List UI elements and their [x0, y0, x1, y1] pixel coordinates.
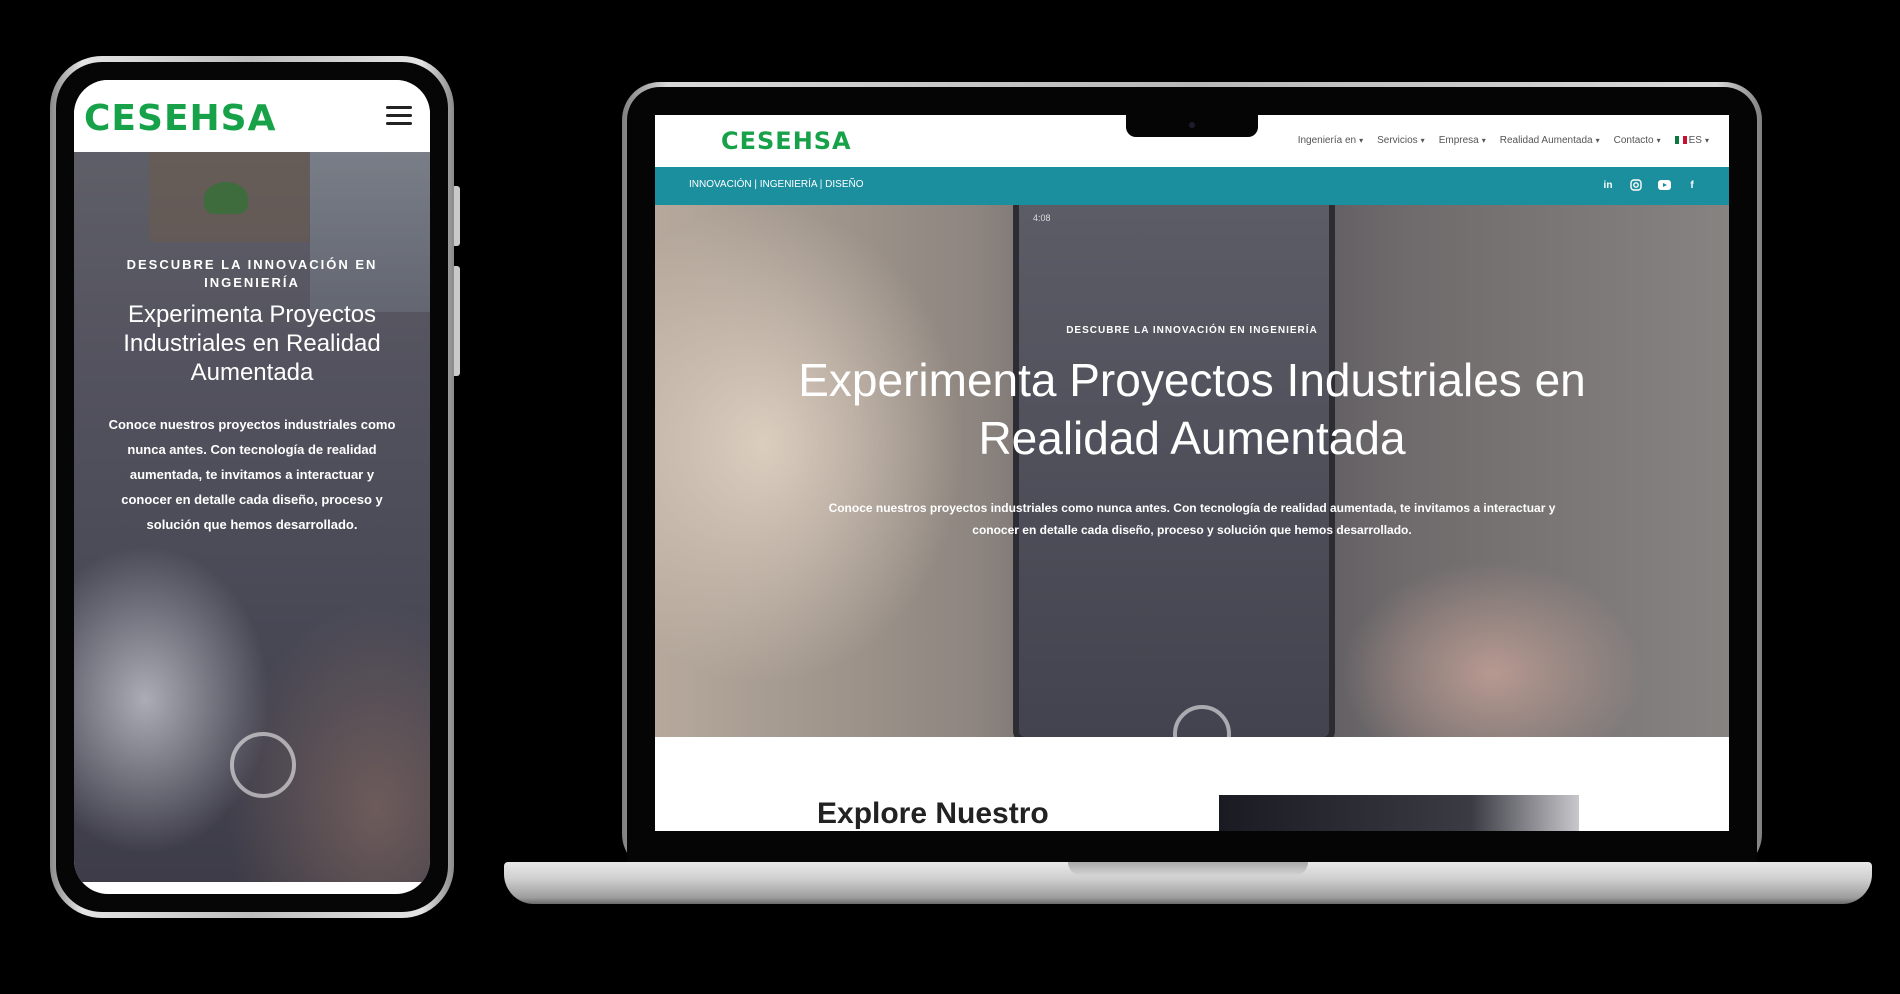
nav-label: Servicios	[1377, 135, 1418, 146]
desktop-logo[interactable]: CESEHSA	[721, 127, 852, 155]
mobile-header: CESEHSA	[74, 80, 430, 152]
hero-background-plant	[204, 182, 248, 214]
language-selector[interactable]: ES ▾	[1674, 135, 1709, 146]
nav-label: Empresa	[1438, 135, 1479, 146]
hero-phone-status-time: 4:08	[1033, 213, 1051, 223]
youtube-icon[interactable]	[1657, 178, 1671, 192]
mexico-flag-icon	[1674, 136, 1687, 145]
chevron-down-icon: ▾	[1420, 136, 1425, 145]
phone-screen: CESEHSA DESCUBRE LA INNOVACIÓN EN INGENI…	[74, 80, 430, 894]
nav-item-realidad-aumentada[interactable]: Realidad Aumentada ▾	[1500, 135, 1600, 146]
mobile-logo[interactable]: CESEHSA	[84, 98, 276, 139]
nav-item-contacto[interactable]: Contacto ▾	[1614, 135, 1661, 146]
nav-label: Realidad Aumentada	[1499, 135, 1593, 146]
mobile-hero: DESCUBRE LA INNOVACIÓN EN INGENIERÍA Exp…	[74, 152, 430, 882]
desktop-nav: Ingeniería en ▾ Servicios ▾ Empresa ▾ Reali…	[1298, 135, 1709, 146]
desktop-hero-eyebrow: DESCUBRE LA INNOVACIÓN EN INGENIERÍA	[1066, 325, 1318, 336]
linkedin-icon[interactable]: in	[1601, 178, 1615, 192]
next-section-image	[1219, 795, 1579, 831]
instagram-icon[interactable]	[1629, 178, 1643, 192]
nav-label: Ingeniería en	[1297, 135, 1357, 146]
laptop-bezel: CESEHSA Ingeniería en ▾ Servicios ▾ Empres…	[627, 87, 1757, 872]
laptop-notch	[1126, 115, 1258, 137]
nav-item-ingenieria[interactable]: Ingeniería en ▾	[1298, 135, 1363, 146]
desktop-hero: 4:08 DESCUBRE LA INNOVACIÓN EN INGENIERÍ…	[655, 205, 1729, 737]
nav-label: Contacto	[1613, 135, 1654, 146]
phone-side-button	[454, 186, 460, 246]
phone-mockup: CESEHSA DESCUBRE LA INNOVACIÓN EN INGENI…	[50, 56, 460, 918]
laptop-lid: CESEHSA Ingeniería en ▾ Servicios ▾ Empres…	[622, 82, 1762, 872]
desktop-hero-title: Experimenta Proyectos Industriales en Re…	[798, 354, 1586, 464]
mobile-hero-title: Experimenta Proyectos Industriales en Re…	[123, 301, 381, 386]
ar-capture-ring-icon	[230, 732, 296, 798]
language-label: ES	[1688, 135, 1702, 146]
mobile-hero-text: Conoce nuestros proyectos industriales c…	[108, 417, 396, 532]
laptop-opening-notch	[1068, 862, 1308, 876]
chevron-down-icon: ▾	[1481, 136, 1486, 145]
phone-bezel: CESEHSA DESCUBRE LA INNOVACIÓN EN INGENI…	[56, 62, 448, 912]
laptop-base	[504, 862, 1872, 904]
nav-item-empresa[interactable]: Empresa ▾	[1439, 135, 1486, 146]
hero-background-phone	[1013, 205, 1335, 737]
desktop-hero-text: Conoce nuestros proyectos industriales c…	[828, 501, 1556, 537]
facebook-icon[interactable]: f	[1685, 178, 1699, 192]
laptop-screen: CESEHSA Ingeniería en ▾ Servicios ▾ Empres…	[655, 115, 1729, 831]
phone-volume-button	[454, 266, 460, 376]
social-links: in f	[1601, 178, 1699, 192]
next-section: Explore Nuestro	[655, 737, 1729, 831]
camera-icon	[1189, 122, 1195, 128]
chevron-down-icon: ▾	[1359, 136, 1364, 145]
topbar-tagline: INNOVACIÓN | INGENIERÍA | DISEÑO	[689, 179, 864, 190]
chevron-down-icon: ▾	[1704, 136, 1709, 145]
nav-item-servicios[interactable]: Servicios ▾	[1377, 135, 1425, 146]
chevron-down-icon: ▾	[1595, 136, 1600, 145]
desktop-topbar: INNOVACIÓN | INGENIERÍA | DISEÑO in f	[655, 167, 1729, 205]
hamburger-icon[interactable]	[386, 106, 412, 126]
next-section-title: Explore Nuestro	[817, 797, 1049, 830]
chevron-down-icon: ▾	[1656, 136, 1661, 145]
mobile-hero-eyebrow: DESCUBRE LA INNOVACIÓN EN INGENIERÍA	[126, 257, 378, 290]
